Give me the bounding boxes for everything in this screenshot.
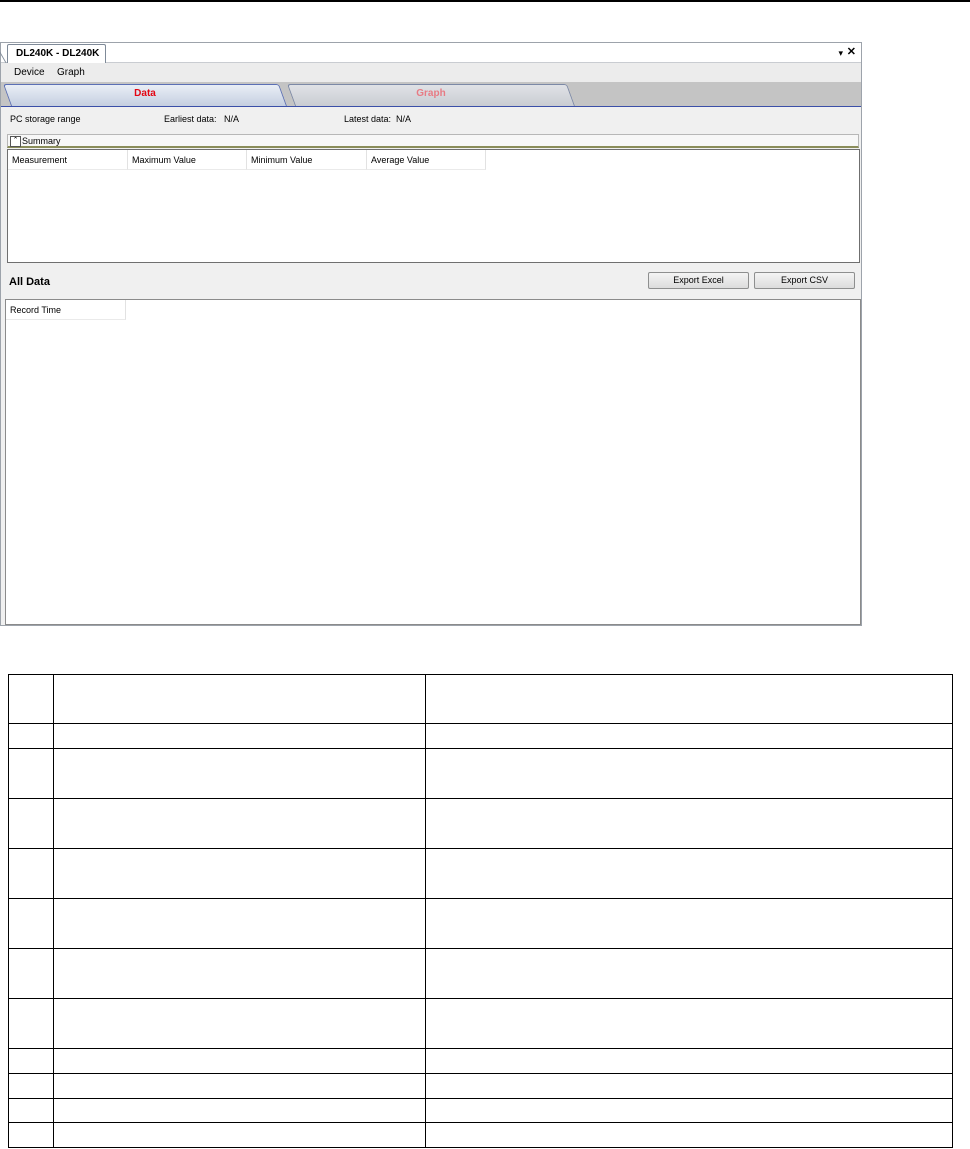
summary-group-header: ⌃ Summary xyxy=(7,134,859,148)
table-row xyxy=(8,1048,953,1074)
table-row xyxy=(8,998,953,1049)
table-cell xyxy=(53,674,426,724)
table-cell xyxy=(8,674,54,724)
table-cell xyxy=(8,1073,54,1099)
table-cell xyxy=(8,898,54,949)
summary-col-minimum[interactable]: Minimum Value xyxy=(247,150,367,170)
summary-col-measurement[interactable]: Measurement xyxy=(8,150,128,170)
reference-table xyxy=(8,674,953,1148)
document-tab[interactable]: DL240K - DL240K xyxy=(0,44,107,63)
document-tab-title: DL240K - DL240K xyxy=(16,48,100,59)
table-cell xyxy=(53,1098,426,1123)
table-cell xyxy=(8,948,54,999)
app-window: DL240K - DL240K ▾ ✕ Device Graph Data Gr… xyxy=(0,42,862,626)
table-cell xyxy=(425,1122,953,1148)
table-cell xyxy=(8,798,54,849)
earliest-data-value: N/A xyxy=(224,114,240,124)
page-top-rule xyxy=(0,0,970,2)
table-cell xyxy=(8,1048,54,1074)
collapse-icon[interactable]: ⌃ xyxy=(10,136,21,147)
table-row xyxy=(8,1073,953,1099)
all-data-grid[interactable]: Record Time xyxy=(5,299,861,625)
storage-range-label: PC storage range xyxy=(10,114,81,124)
table-cell xyxy=(425,798,953,849)
menu-graph[interactable]: Graph xyxy=(57,66,85,79)
table-row xyxy=(8,898,953,949)
table-cell xyxy=(8,1122,54,1148)
summary-col-average[interactable]: Average Value xyxy=(367,150,486,170)
table-cell xyxy=(8,748,54,799)
export-csv-button[interactable]: Export CSV xyxy=(754,272,855,289)
table-cell xyxy=(425,748,953,799)
document-tab-slant xyxy=(0,47,17,63)
table-cell xyxy=(53,998,426,1049)
close-icon[interactable]: ✕ xyxy=(847,45,856,59)
document-tab-strip: DL240K - DL240K ▾ ✕ xyxy=(0,43,861,63)
tab-graph[interactable]: Graph xyxy=(286,84,576,106)
table-row xyxy=(8,1098,953,1123)
table-cell xyxy=(425,998,953,1049)
table-cell xyxy=(425,1098,953,1123)
summary-grid[interactable]: Measurement Maximum Value Minimum Value … xyxy=(7,149,860,263)
tab-graph-label: Graph xyxy=(416,88,446,99)
table-cell xyxy=(425,898,953,949)
export-excel-button[interactable]: Export Excel xyxy=(648,272,749,289)
latest-data-value: N/A xyxy=(396,114,412,124)
menu-device[interactable]: Device xyxy=(14,66,45,79)
table-row xyxy=(8,798,953,849)
table-cell xyxy=(8,1098,54,1123)
table-cell xyxy=(425,674,953,724)
table-cell xyxy=(53,1122,426,1148)
summary-title: Summary xyxy=(22,136,61,146)
table-row xyxy=(8,674,953,724)
table-cell xyxy=(53,948,426,999)
table-cell xyxy=(425,948,953,999)
menu-bar: Device Graph xyxy=(1,63,861,82)
table-row xyxy=(8,723,953,749)
table-cell xyxy=(425,1048,953,1074)
table-row xyxy=(8,1122,953,1148)
tab-data-label: Data xyxy=(134,88,156,99)
table-cell xyxy=(53,723,426,749)
table-cell xyxy=(425,1073,953,1099)
table-cell xyxy=(53,898,426,949)
tab-data[interactable]: Data xyxy=(2,84,288,106)
all-data-col-record-time[interactable]: Record Time xyxy=(6,300,126,320)
window-dropdown-icon[interactable]: ▾ xyxy=(838,46,843,60)
table-row xyxy=(8,748,953,799)
table-cell xyxy=(53,798,426,849)
all-data-title: All Data xyxy=(9,276,50,288)
table-cell xyxy=(53,1048,426,1074)
table-cell xyxy=(53,1073,426,1099)
table-cell xyxy=(8,723,54,749)
summary-col-maximum[interactable]: Maximum Value xyxy=(128,150,247,170)
table-cell xyxy=(8,848,54,899)
earliest-data-label: Earliest data: xyxy=(164,114,217,124)
table-cell xyxy=(8,998,54,1049)
table-row xyxy=(8,948,953,999)
table-cell xyxy=(53,748,426,799)
table-cell xyxy=(425,848,953,899)
table-cell xyxy=(53,848,426,899)
table-row xyxy=(8,848,953,899)
view-tab-row: Data Graph xyxy=(1,82,861,107)
storage-range-row: PC storage range Earliest data: N/A Late… xyxy=(1,111,861,127)
table-cell xyxy=(425,723,953,749)
latest-data-label: Latest data: xyxy=(344,114,392,124)
